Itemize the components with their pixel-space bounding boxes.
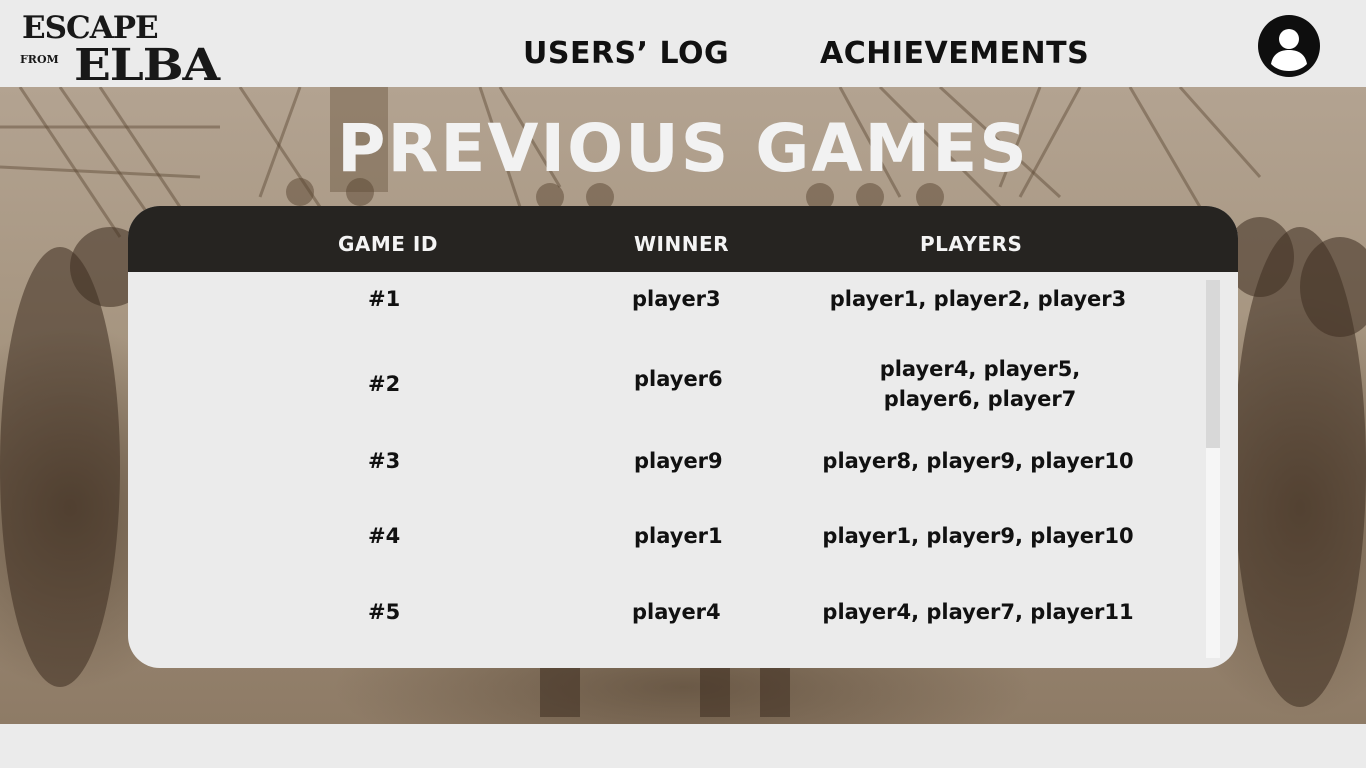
user-avatar-icon[interactable] — [1258, 15, 1320, 77]
nav-achievements[interactable]: ACHIEVEMENTS — [820, 36, 1089, 71]
cell-players: player4, player7, player11 — [822, 600, 1134, 624]
cell-winner: player1 — [634, 524, 723, 548]
cell-game-id: #1 — [368, 287, 401, 311]
table-header: GAME ID WINNER PLAYERS — [128, 206, 1238, 272]
cell-players: player1, player2, player3 — [829, 287, 1127, 311]
cell-winner: player6 — [634, 367, 723, 391]
previous-games-table: GAME ID WINNER PLAYERS #1 player3 player… — [128, 206, 1238, 668]
top-bar: ESCAPE FROM ELBA USERS’ LOG ACHIEVEMENTS — [0, 0, 1366, 91]
cell-winner: player3 — [632, 287, 721, 311]
cell-game-id: #5 — [368, 600, 401, 624]
cell-game-id: #3 — [368, 449, 401, 473]
page-title: PREVIOUS GAMES — [337, 110, 1029, 187]
logo-text-from: FROM — [20, 53, 59, 66]
cell-players: player4, player5, player6, player7 — [879, 357, 1081, 411]
cell-winner: player4 — [632, 600, 721, 624]
column-header-game-id: GAME ID — [338, 232, 438, 256]
nav-users-log[interactable]: USERS’ LOG — [523, 36, 729, 71]
footer-strip — [0, 724, 1366, 768]
column-header-winner: WINNER — [634, 232, 730, 256]
scrollbar-thumb[interactable] — [1206, 280, 1220, 448]
cell-winner: player9 — [634, 449, 723, 473]
cell-game-id: #4 — [368, 524, 401, 548]
cell-players: player1, player9, player10 — [822, 524, 1134, 548]
logo-text-elba: ELBA — [74, 40, 220, 91]
table-scrollbar[interactable] — [1206, 280, 1220, 658]
column-header-players: PLAYERS — [920, 232, 1023, 256]
escape-from-elba-logo[interactable]: ESCAPE FROM ELBA — [20, 10, 250, 91]
cell-players: player8, player9, player10 — [822, 449, 1134, 473]
cell-game-id: #2 — [368, 372, 401, 396]
